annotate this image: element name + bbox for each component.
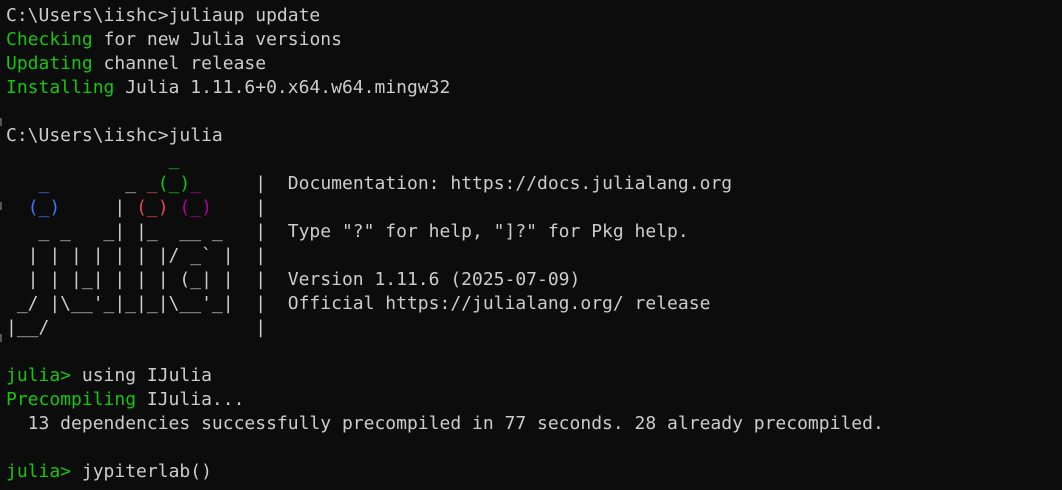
terminal-line: _ _ _(_)_ | Documentation: https://docs.… [6, 172, 884, 196]
terminal-text-segment: julia> [6, 365, 72, 386]
terminal-text-segment: | [60, 197, 137, 218]
terminal-text-segment: | [211, 197, 267, 218]
left-edge-mark [0, 202, 2, 210]
terminal-line: Updating channel release [6, 52, 884, 76]
terminal-text-segment: julia> [6, 461, 72, 482]
terminal-text-segment: IJulia... [136, 389, 245, 410]
terminal-line: | | | | | | |/ _` | | [6, 244, 884, 268]
terminal-text-segment: jypiterlab() [71, 461, 212, 482]
terminal-text-segment: |__/ | [6, 317, 267, 338]
terminal-text-segment: (_) [157, 173, 191, 194]
terminal-text-segment: Julia 1.11.6+0.x64.w64.mingw32 [114, 77, 451, 98]
terminal-text-segment: channel release [92, 53, 267, 74]
terminal-line: _/ |\__'_|_|_|\__'_| | Official https://… [6, 292, 884, 316]
terminal-text-segment: _ [38, 173, 50, 194]
terminal-text-segment: using IJulia [71, 365, 212, 386]
terminal-text-segment: Installing [6, 77, 115, 98]
terminal-line: (_) | (_) (_) | [6, 196, 884, 220]
terminal-line: C:\Users\iishc>julia [6, 124, 884, 148]
terminal-line: |__/ | [6, 316, 884, 340]
terminal-line: Precompiling IJulia... [6, 388, 884, 412]
terminal-text-segment: 13 dependencies successfully precompiled… [6, 413, 884, 434]
terminal-text-segment: Precompiling [6, 389, 137, 410]
terminal-text-segment: _/ |\__'_|_|_|\__'_| | Official https://… [6, 293, 711, 314]
left-edge-mark [0, 118, 2, 126]
terminal-output: C:\Users\iishc>juliaup update Checking fo… [6, 4, 884, 484]
terminal-line: Checking for new Julia versions [6, 28, 884, 52]
terminal-text-segment: (_) [136, 197, 169, 218]
terminal-line: 13 dependencies successfully precompiled… [6, 412, 884, 436]
terminal-window[interactable]: C:\Users\iishc>juliaup update Checking fo… [0, 0, 1062, 490]
terminal-text-segment: Checking [6, 29, 93, 50]
terminal-line: Installing Julia 1.11.6+0.x64.w64.mingw3… [6, 76, 884, 100]
terminal-line: _ _ _| |_ __ _ | Type "?" for help, "]?"… [6, 220, 884, 244]
terminal-text-segment: _ [146, 173, 158, 194]
terminal-text-segment: (_) [27, 197, 61, 218]
terminal-text-segment: _ _ _| |_ __ _ | Type "?" for help, "]?"… [6, 221, 689, 242]
terminal-text-segment: C:\Users\iishc>julia [6, 125, 223, 146]
left-edge-marks [0, 0, 2, 490]
terminal-text-segment: _ [49, 173, 147, 194]
terminal-line: _ [6, 148, 884, 172]
terminal-line: | | |_| | | | (_| | | Version 1.11.6 (20… [6, 268, 884, 292]
terminal-text-segment: Updating [6, 53, 93, 74]
terminal-line: julia> using IJulia [6, 364, 884, 388]
terminal-text-segment: | | | | | | |/ _` | | [6, 245, 267, 266]
terminal-line: julia> jypiterlab() [6, 460, 884, 484]
terminal-text-segment: C:\Users\iishc>juliaup update [6, 5, 321, 26]
terminal-text-segment: for new Julia versions [92, 29, 342, 50]
terminal-line: C:\Users\iishc>juliaup update [6, 4, 884, 28]
terminal-text-segment: | | |_| | | | (_| | | Version 1.11.6 (20… [6, 269, 581, 290]
terminal-text-segment: _ [168, 149, 180, 170]
left-edge-mark [0, 334, 2, 342]
terminal-text-segment: | Documentation: https://docs.julialang.… [201, 173, 733, 194]
terminal-text-segment: (_) [179, 197, 212, 218]
terminal-text-segment: _ [190, 173, 202, 194]
